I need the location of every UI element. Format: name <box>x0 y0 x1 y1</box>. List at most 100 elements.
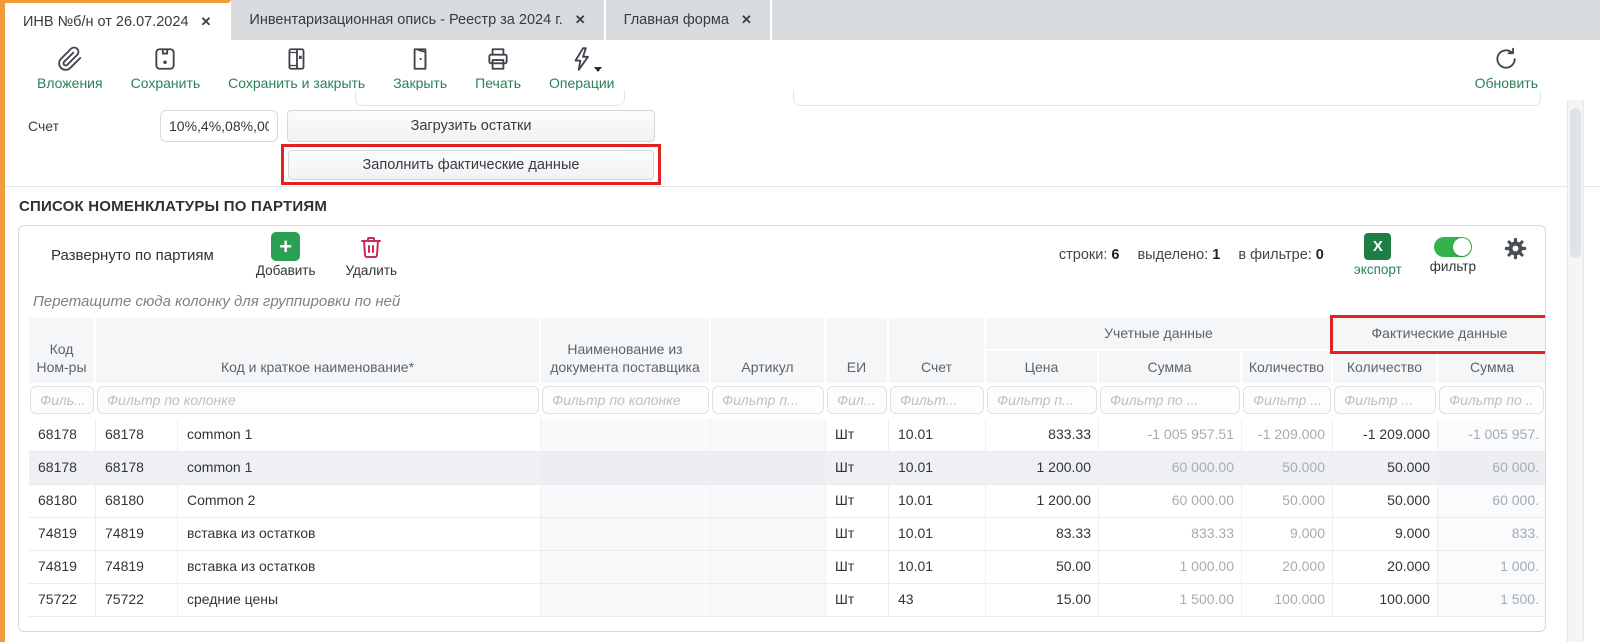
cell[interactable]: -1 209.000 <box>1242 419 1333 451</box>
cell[interactable]: 1 000.00 <box>1099 551 1242 583</box>
cell[interactable]: средние цены <box>178 584 541 616</box>
cell[interactable]: 68178 <box>29 419 96 451</box>
close-button[interactable]: Закрыть <box>393 44 447 91</box>
col-header-schet[interactable]: Счет <box>889 318 986 383</box>
table-row[interactable]: 7481974819вставка из остатковШт10.0150.0… <box>29 551 1546 584</box>
cell[interactable]: 50.00 <box>986 551 1099 583</box>
cell[interactable]: 75722 <box>96 584 178 616</box>
cell[interactable] <box>541 551 711 583</box>
table-row[interactable]: 6817868178common 1Шт10.01833.33-1 005 95… <box>29 419 1546 452</box>
scrollbar-thumb[interactable] <box>1570 108 1581 258</box>
cell[interactable]: 68180 <box>29 485 96 517</box>
cell[interactable]: 60 000.00 <box>1099 452 1242 484</box>
cell[interactable]: 100.000 <box>1242 584 1333 616</box>
cell[interactable]: 60 000. <box>1438 485 1546 517</box>
cell[interactable]: -1 005 957.51 <box>1099 419 1242 451</box>
table-row[interactable]: 7481974819вставка из остатковШт10.0183.3… <box>29 518 1546 551</box>
fill-actual-data-button[interactable]: Заполнить фактические данные <box>288 150 654 180</box>
filter-input-artikul[interactable] <box>712 386 824 414</box>
cell[interactable]: 15.00 <box>986 584 1099 616</box>
group-header-accounting[interactable]: Учетные данные <box>986 318 1333 351</box>
table-row[interactable]: 6818068180Common 2Шт10.011 200.0060 000.… <box>29 485 1546 518</box>
tab-inventory-doc[interactable]: ИНВ №б/н от 26.07.2024 ✕ <box>5 0 231 40</box>
cell[interactable] <box>541 419 711 451</box>
close-icon[interactable]: ✕ <box>575 12 586 28</box>
col-header-cena[interactable]: Цена <box>986 351 1099 383</box>
cell[interactable]: 10.01 <box>889 452 986 484</box>
cell[interactable]: 833. <box>1438 518 1546 550</box>
cell[interactable]: 20.000 <box>1333 551 1438 583</box>
cell[interactable]: 10.01 <box>889 485 986 517</box>
cell[interactable]: 60 000.00 <box>1099 485 1242 517</box>
cell[interactable]: 20.000 <box>1242 551 1333 583</box>
refresh-button[interactable]: Обновить <box>1475 44 1538 91</box>
filter-input-kol-fact[interactable] <box>1334 386 1436 414</box>
cell[interactable]: Шт <box>826 584 889 616</box>
load-balances-button[interactable]: Загрузить остатки <box>287 110 655 142</box>
filter-input-ei[interactable] <box>827 386 887 414</box>
cell[interactable] <box>711 485 826 517</box>
add-row-button[interactable]: + Добавить <box>256 232 316 278</box>
col-header-kodname[interactable]: Код и краткое наименование* <box>96 318 541 383</box>
cell[interactable]: 50.000 <box>1242 452 1333 484</box>
close-icon[interactable]: ✕ <box>741 12 752 28</box>
col-header-docname[interactable]: Наименование из документа поставщика <box>541 318 711 383</box>
export-excel-button[interactable]: X экспорт <box>1354 233 1402 277</box>
cell[interactable]: Шт <box>826 518 889 550</box>
cell[interactable]: 83.33 <box>986 518 1099 550</box>
account-input[interactable] <box>160 110 278 142</box>
cell[interactable]: 50.000 <box>1242 485 1333 517</box>
cell[interactable] <box>711 584 826 616</box>
group-header-actual[interactable]: Фактические данные <box>1333 318 1546 351</box>
tab-inventory-register[interactable]: Инвентаризационная опись - Реестр за 202… <box>231 0 605 40</box>
cell[interactable]: 68178 <box>29 452 96 484</box>
cell[interactable]: 43 <box>889 584 986 616</box>
cell[interactable]: 1 500.00 <box>1099 584 1242 616</box>
table-row[interactable]: 7572275722средние ценыШт4315.001 500.001… <box>29 584 1546 617</box>
cell[interactable]: common 1 <box>178 419 541 451</box>
filter-input-docname[interactable] <box>542 386 709 414</box>
cell[interactable]: Шт <box>826 452 889 484</box>
toggle-on-icon[interactable] <box>1434 237 1472 257</box>
delete-row-button[interactable]: Удалить <box>346 232 398 278</box>
cell[interactable]: 74819 <box>29 518 96 550</box>
cell[interactable]: 74819 <box>29 551 96 583</box>
cell[interactable]: 1 200.00 <box>986 452 1099 484</box>
settings-button[interactable] <box>1502 235 1529 267</box>
cell[interactable]: Шт <box>826 551 889 583</box>
cell[interactable] <box>541 518 711 550</box>
print-button[interactable]: Печать <box>475 44 521 91</box>
cell[interactable]: 9.000 <box>1242 518 1333 550</box>
cell[interactable]: 10.01 <box>889 518 986 550</box>
filter-toggle[interactable]: фильтр <box>1430 233 1476 274</box>
cell[interactable]: Шт <box>826 419 889 451</box>
cell[interactable]: -1 209.000 <box>1333 419 1438 451</box>
cell[interactable] <box>541 485 711 517</box>
save-and-close-button[interactable]: Сохранить и закрыть <box>228 44 365 91</box>
cell[interactable]: 75722 <box>29 584 96 616</box>
cell[interactable]: 1 200.00 <box>986 485 1099 517</box>
close-icon[interactable]: ✕ <box>201 14 212 30</box>
table-row[interactable]: 6817868178common 1Шт10.011 200.0060 000.… <box>29 452 1546 485</box>
col-header-summa-uch[interactable]: Сумма <box>1099 351 1242 383</box>
filter-input-kodname[interactable] <box>97 386 539 414</box>
cell[interactable]: 9.000 <box>1333 518 1438 550</box>
cell[interactable]: 10.01 <box>889 551 986 583</box>
cell[interactable]: -1 005 957. <box>1438 419 1546 451</box>
cell[interactable]: 1 500. <box>1438 584 1546 616</box>
cell[interactable] <box>541 584 711 616</box>
col-header-kol-uch[interactable]: Количество <box>1242 351 1333 383</box>
cell[interactable] <box>711 452 826 484</box>
cell[interactable] <box>541 452 711 484</box>
cell[interactable]: вставка из остатков <box>178 551 541 583</box>
vertical-scrollbar[interactable] <box>1567 100 1584 642</box>
cell[interactable]: 50.000 <box>1333 452 1438 484</box>
cell[interactable]: 74819 <box>96 551 178 583</box>
group-by-hint[interactable]: Перетащите сюда колонку для группировки … <box>19 284 1545 318</box>
cell[interactable]: 60 000. <box>1438 452 1546 484</box>
filter-input-summa-uch[interactable] <box>1100 386 1240 414</box>
cell[interactable]: 833.33 <box>1099 518 1242 550</box>
cell[interactable]: 68180 <box>96 485 178 517</box>
filter-input-summa-fact[interactable] <box>1439 386 1544 414</box>
col-header-artikul[interactable]: Артикул <box>711 318 826 383</box>
